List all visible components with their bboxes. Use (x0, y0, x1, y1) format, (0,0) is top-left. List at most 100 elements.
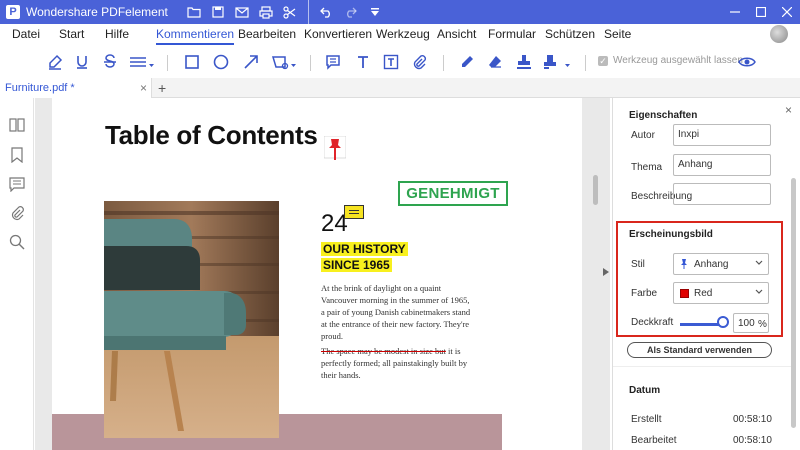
properties-panel: × Eigenschaften Autor Inxpi Thema Anhang… (612, 98, 800, 450)
keep-tool-label: Werkzeug ausgewählt lassen (613, 55, 743, 66)
highlight-icon[interactable] (46, 52, 64, 72)
print-icon[interactable] (254, 0, 278, 24)
armchair-photo (104, 201, 279, 438)
opacity-slider-handle[interactable] (717, 316, 729, 328)
folder-icon[interactable] (182, 0, 206, 24)
toolbar-separator (310, 55, 311, 71)
text-icon[interactable] (354, 52, 372, 72)
menu-start[interactable]: Start (59, 27, 84, 45)
document-viewport[interactable]: Table of Contents GENEHMIGT 24 OUR HISTO… (35, 98, 610, 450)
author-field[interactable]: Inxpi (673, 124, 771, 146)
panel-scrollbar[interactable] (791, 178, 796, 428)
app-logo-icon: P (6, 5, 20, 19)
chevron-down-icon (755, 289, 763, 294)
menu-seite[interactable]: Seite (604, 27, 631, 45)
page-title: Table of Contents (105, 120, 318, 150)
style-value: Anhang (694, 258, 729, 270)
eye-icon[interactable] (738, 52, 756, 72)
textbox-icon[interactable] (382, 52, 400, 72)
strikethrough-icon[interactable] (102, 52, 118, 72)
rectangle-icon[interactable] (183, 52, 201, 72)
pushpin-small-icon (681, 259, 687, 269)
pdf-page[interactable]: Table of Contents GENEHMIGT 24 OUR HISTO… (52, 98, 582, 450)
pushpin-icon[interactable] (324, 136, 346, 164)
menu-werkzeug[interactable]: Werkzeug (376, 27, 430, 45)
style-select[interactable]: Anhang (673, 253, 769, 275)
pencil-icon[interactable] (458, 52, 476, 72)
user-avatar[interactable] (770, 25, 788, 43)
approved-stamp[interactable]: GENEHMIGT (398, 181, 508, 206)
menu-hilfe[interactable]: Hilfe (105, 27, 129, 45)
style-label: Stil (631, 259, 645, 270)
search-icon[interactable] (8, 233, 26, 251)
menu-kommentieren[interactable]: Kommentieren (156, 27, 235, 45)
attachments-icon[interactable] (8, 204, 26, 222)
add-tab-icon[interactable]: + (158, 80, 166, 96)
divider (613, 366, 791, 367)
strikethrough-text[interactable]: The space may be modest in size but (321, 346, 446, 356)
document-tab-bar: Furniture.pdf * × + (0, 78, 800, 98)
bookmark-icon[interactable] (8, 146, 26, 164)
close-panel-icon[interactable]: × (785, 103, 792, 117)
subject-label: Thema (631, 162, 663, 173)
subject-field[interactable]: Anhang (673, 154, 771, 176)
stamp-icon[interactable] (515, 52, 533, 72)
title-bar: P Wondershare PDFelement (0, 0, 800, 24)
body-paragraph-2: The space may be modest in size but it i… (321, 345, 471, 381)
keep-tool-checkbox[interactable]: ✓ (598, 56, 608, 66)
arrow-icon[interactable] (242, 52, 260, 72)
history-heading: OUR HISTORY SINCE 1965 (321, 241, 408, 273)
maximize-icon[interactable] (748, 0, 774, 24)
color-value: Red (694, 287, 713, 299)
menu-konvertieren[interactable]: Konvertieren (304, 27, 372, 45)
collapse-right-panel-icon[interactable] (603, 268, 609, 276)
app-title: Wondershare PDFelement (26, 5, 168, 19)
menu-formular[interactable]: Formular (488, 27, 536, 45)
sticky-note-icon[interactable] (344, 205, 364, 219)
toolbar-separator (585, 55, 586, 71)
quick-access-dropdown-icon[interactable] (363, 0, 387, 24)
minimize-icon[interactable] (722, 0, 748, 24)
toolbar-separator (307, 0, 309, 24)
thumbnails-icon[interactable] (8, 116, 26, 134)
menu-schuetzen[interactable]: Schützen (545, 27, 595, 45)
left-sidebar (0, 98, 43, 450)
color-select[interactable]: Red (673, 282, 769, 304)
scissors-icon[interactable] (278, 0, 302, 24)
modified-label: Bearbeitet (631, 435, 677, 446)
menu-datei[interactable]: Datei (12, 27, 40, 45)
redo-icon[interactable] (339, 0, 363, 24)
undo-icon[interactable] (315, 0, 339, 24)
modified-value: 00:58:10 (733, 435, 772, 446)
eraser-icon[interactable] (486, 52, 504, 72)
save-icon[interactable] (206, 0, 230, 24)
close-icon[interactable] (774, 0, 800, 24)
close-tab-icon[interactable]: × (140, 81, 147, 95)
menu-bearbeiten[interactable]: Bearbeiten (238, 27, 296, 45)
appearance-heading: Erscheinungsbild (629, 229, 713, 240)
opacity-unit: % (758, 319, 767, 330)
signature-icon[interactable] (542, 52, 572, 72)
mail-icon[interactable] (230, 0, 254, 24)
document-scrollbar[interactable] (593, 175, 598, 205)
history-line-1: OUR HISTORY (321, 242, 408, 256)
attachment-icon[interactable] (410, 52, 428, 72)
history-line-2: SINCE 1965 (321, 258, 392, 272)
underline-icon[interactable] (74, 52, 90, 72)
created-label: Erstellt (631, 414, 662, 425)
toolbar-separator (167, 55, 168, 71)
set-default-button[interactable]: Als Standard verwenden (627, 342, 772, 358)
menu-ansicht[interactable]: Ansicht (437, 27, 476, 45)
circle-icon[interactable] (212, 52, 230, 72)
comment-icon[interactable] (324, 52, 342, 72)
toolbar-separator (443, 55, 444, 71)
chevron-down-icon (755, 260, 763, 265)
shapes-icon[interactable] (270, 52, 298, 72)
document-tab[interactable]: Furniture.pdf * × (0, 78, 152, 98)
created-value: 00:58:10 (733, 414, 772, 425)
lines-icon[interactable] (128, 52, 156, 72)
description-field[interactable] (673, 183, 771, 205)
comments-icon[interactable] (8, 175, 26, 193)
window-controls (722, 0, 800, 24)
menu-bar: Datei Start Hilfe Kommentieren Bearbeite… (0, 24, 800, 46)
